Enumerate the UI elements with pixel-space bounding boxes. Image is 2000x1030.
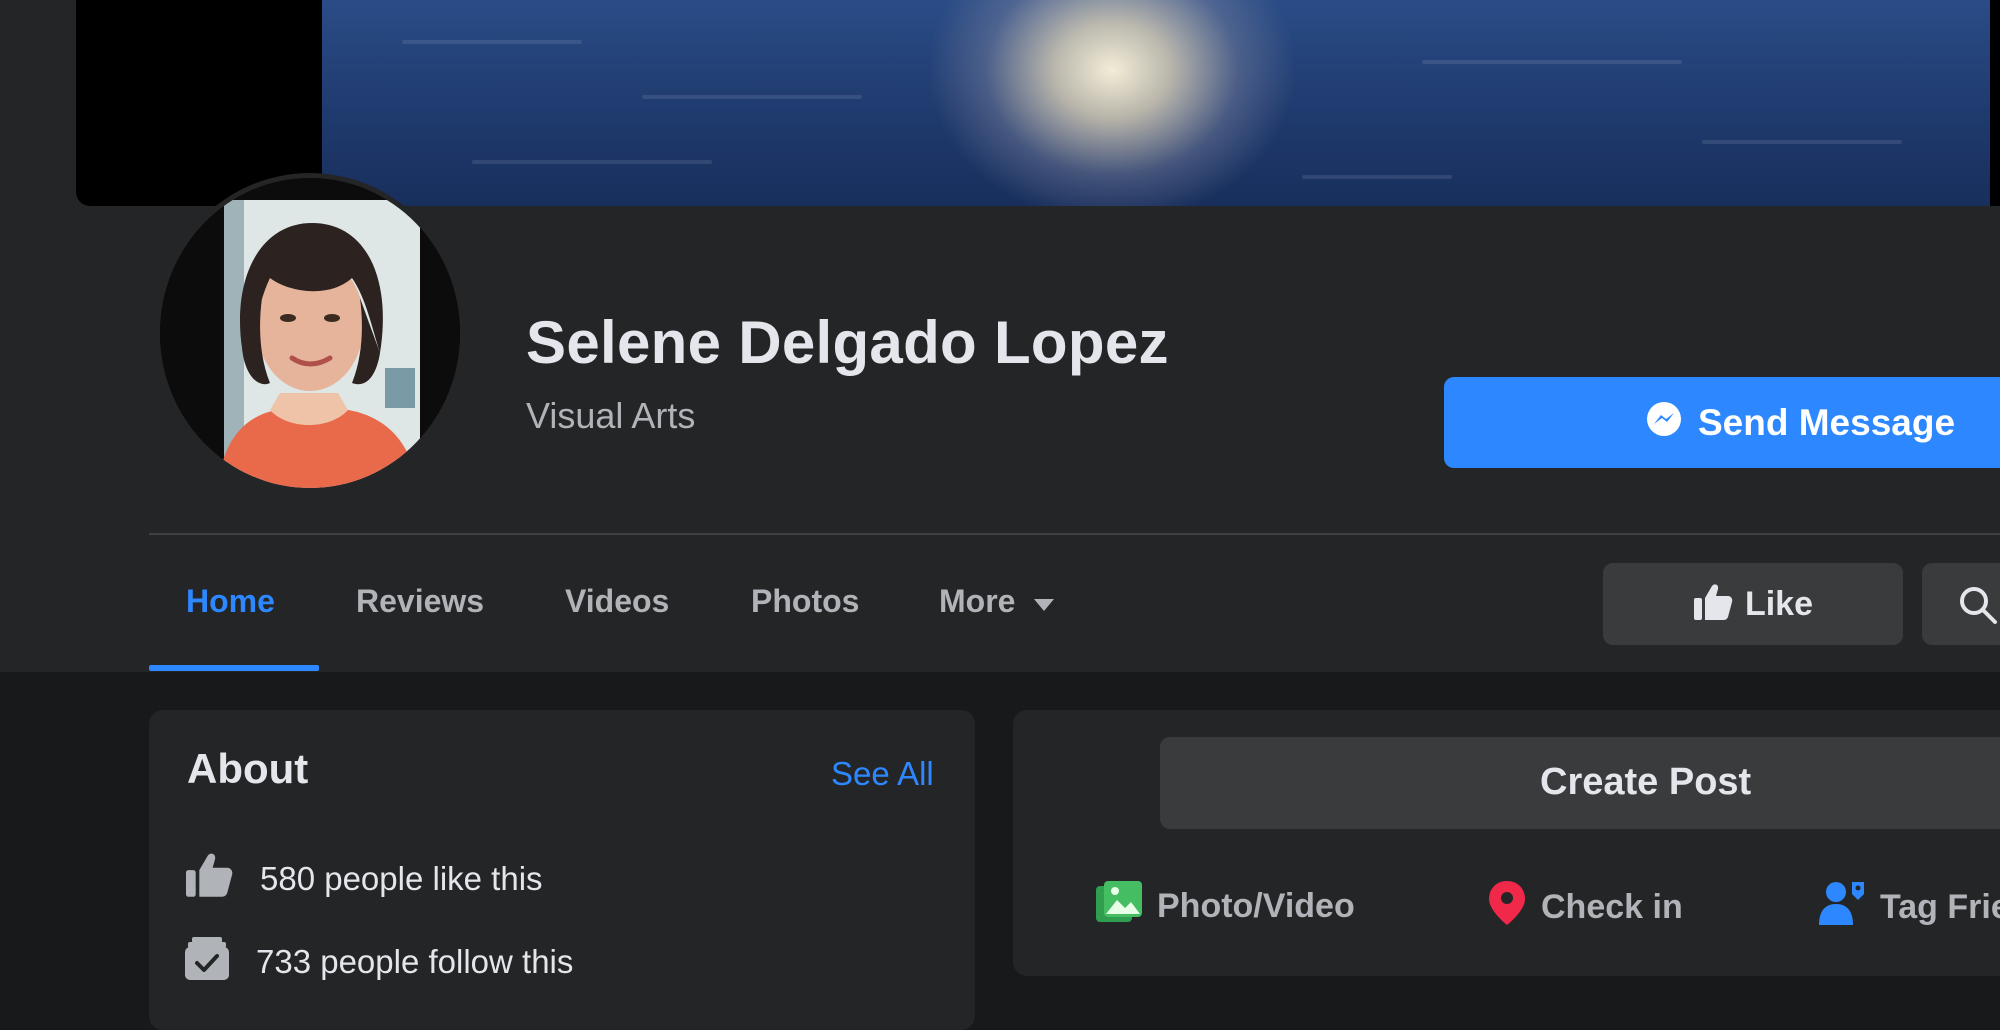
thumbs-up-icon — [1693, 583, 1733, 626]
profile-photo — [160, 178, 460, 488]
send-message-button[interactable]: Send Message — [1444, 377, 2000, 468]
follow-check-icon — [184, 935, 230, 989]
tab-more-label: More — [939, 583, 1016, 619]
check-in-label: Check in — [1541, 888, 1683, 926]
avatar[interactable] — [160, 178, 460, 488]
photo-video-label: Photo/Video — [1157, 887, 1355, 925]
search-icon — [1958, 585, 1998, 630]
tag-friends-button[interactable]: Tag Frie — [1818, 880, 2000, 935]
tag-friends-icon — [1818, 880, 1866, 935]
check-in-button[interactable]: Check in — [1487, 880, 1683, 935]
follows-stat: 733 people follow this — [184, 935, 573, 989]
active-tab-indicator — [149, 665, 319, 671]
thumbs-up-icon — [184, 852, 234, 906]
create-post-button[interactable]: Create Post — [1160, 737, 2000, 829]
photo-video-button[interactable]: Photo/Video — [1095, 880, 1355, 933]
tab-home[interactable]: Home — [186, 583, 275, 620]
photo-icon — [1095, 880, 1143, 933]
follows-count-text: 733 people follow this — [256, 943, 574, 980]
likes-count-text: 580 people like this — [260, 860, 543, 897]
header-divider — [149, 533, 2000, 535]
tab-more[interactable]: More — [939, 583, 1055, 620]
page-category[interactable]: Visual Arts — [526, 395, 695, 437]
like-label: Like — [1744, 584, 1814, 623]
page-title: Selene Delgado Lopez — [526, 309, 1169, 376]
tab-photos[interactable]: Photos — [751, 583, 859, 620]
search-button[interactable] — [1922, 563, 2000, 645]
likes-stat: 580 people like this — [184, 852, 543, 906]
cover-photo[interactable] — [322, 0, 1990, 206]
tab-videos[interactable]: Videos — [565, 583, 669, 620]
send-message-label: Send Message — [1698, 401, 1956, 443]
location-pin-icon — [1487, 880, 1527, 935]
messenger-icon — [1644, 400, 1684, 445]
create-post-label: Create Post — [1540, 761, 1752, 803]
about-title: About — [187, 745, 309, 792]
caret-down-icon — [1033, 583, 1055, 620]
like-button[interactable]: Like — [1603, 563, 1903, 645]
tag-friends-label: Tag Frie — [1880, 888, 2000, 926]
cover-photo-right-margin — [1990, 0, 2000, 206]
see-all-link[interactable]: See All — [831, 755, 934, 793]
tab-reviews[interactable]: Reviews — [356, 583, 484, 620]
